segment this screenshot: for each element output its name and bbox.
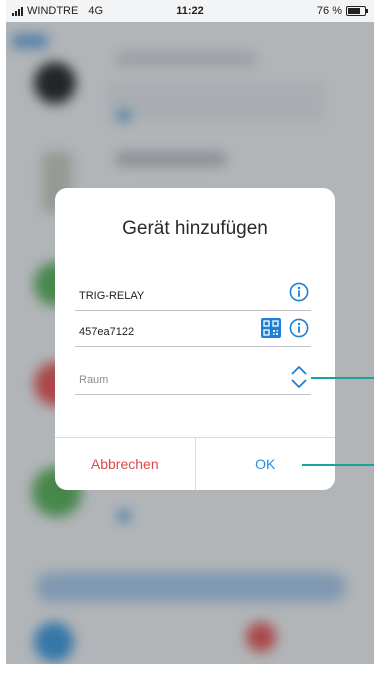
info-icon[interactable] [289,318,309,338]
info-icon[interactable] [289,282,309,302]
status-bar: WINDTRE 4G 11:22 76 % [6,0,374,22]
device-id-value: 457ea7122 [79,326,135,338]
cancel-button[interactable]: Abbrechen [55,438,196,490]
callout-line-ok [302,464,374,466]
qr-code-icon[interactable] [261,318,281,338]
battery-percent: 76 % [316,5,342,17]
room-placeholder: Raum [79,374,109,386]
room-select[interactable]: Raum [75,360,311,395]
dialog-button-row: Abbrechen OK [55,437,335,490]
battery-icon [346,6,368,16]
status-right: 76 % [316,5,368,17]
dialog-title: Gerät hinzufügen [122,218,268,239]
device-name-value: TRIG-RELAY [79,290,145,302]
up-down-chevron-icon[interactable] [289,364,309,390]
phone-screen: WINDTRE 4G 11:22 76 % Gerät hinzufügen T… [6,0,374,664]
callout-line-room [311,377,374,379]
device-name-field[interactable]: TRIG-RELAY [75,276,311,311]
add-device-dialog: Gerät hinzufügen TRIG-RELAY 457ea7122 Ra… [55,188,335,490]
device-id-field[interactable]: 457ea7122 [75,312,311,347]
